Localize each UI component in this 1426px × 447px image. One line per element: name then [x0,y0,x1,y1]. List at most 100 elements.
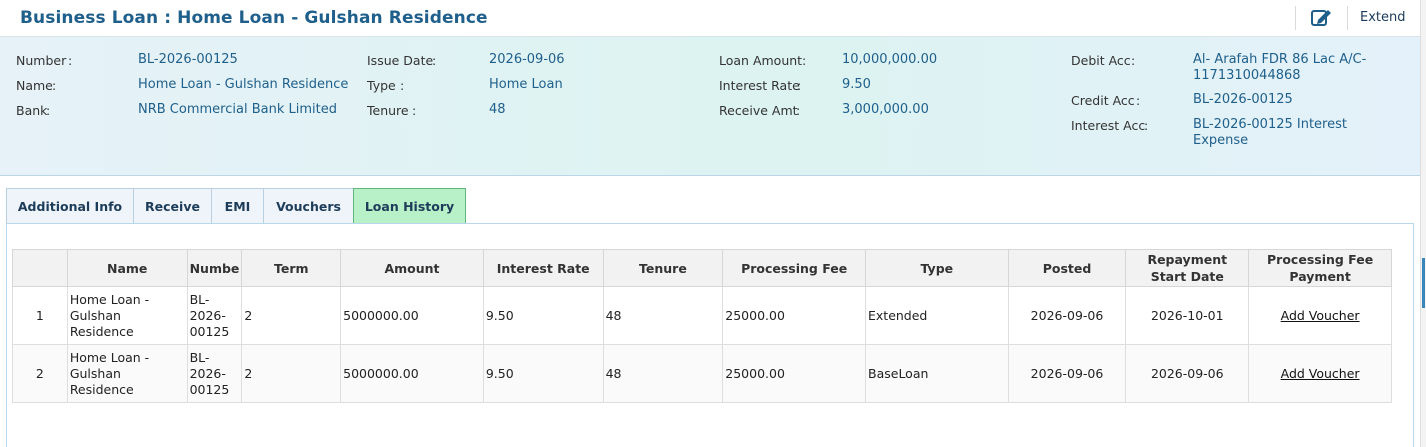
colon: : [412,103,417,118]
cell-posted: 2026-09-06 [1007,344,1127,403]
tab-emi[interactable]: EMI [211,188,264,223]
extend-button[interactable]: Extend [1360,10,1406,25]
cell-name: Home Loan - Gulshan Residence [66,286,188,345]
cell-action: Add Voucher [1248,344,1392,403]
issue-date-label: Issue Date [367,53,434,68]
toolbar-divider [1347,6,1348,30]
col-header-interest-rate[interactable]: Interest Rate [482,249,604,287]
cell-term: 2 [241,286,342,345]
number-label: Number [16,53,67,68]
tenure-label: Tenure [367,103,409,118]
cell-number: BL- 2026- 00125 [186,344,243,403]
cell-number-line: 00125 [189,323,230,339]
page-title: Business Loan : Home Loan - Gulshan Resi… [20,8,488,28]
cell-tenure: 48 [602,344,724,403]
cell-processing-fee: 25000.00 [722,286,866,345]
cell-amount: 5000000.00 [340,344,484,403]
debit-acc-label: Debit Acc [1071,53,1131,68]
row-index: 1 [12,286,68,345]
row-index: 2 [12,344,68,403]
edit-button[interactable] [1306,5,1336,31]
credit-acc-value: BL-2026-00125 [1193,92,1293,107]
tab-receive[interactable]: Receive [133,188,212,223]
number-value: BL-2026-00125 [138,52,238,67]
colon: : [52,78,57,93]
cell-name: Home Loan - Gulshan Residence [66,344,188,403]
tenure-value: 48 [489,102,506,117]
bank-value: NRB Commercial Bank Limited [138,102,337,117]
cell-number-line: BL- [189,291,210,307]
colon: : [432,53,437,68]
loan-summary-panel: Number : BL-2026-00125 Name : Home Loan … [0,37,1420,176]
cell-type: Extended [865,286,1009,345]
cell-posted: 2026-09-06 [1007,286,1127,345]
debit-acc-value: Al- Arafah FDR 86 Lac A/C- [1193,52,1367,67]
colon: : [1131,53,1136,68]
cell-number: BL- 2026- 00125 [186,286,243,345]
debit-acc-value-cont: 1171310044868 [1193,68,1301,83]
cell-term: 2 [241,344,342,403]
colon: : [1136,93,1141,108]
type-label: Type [367,78,396,93]
cell-action: Add Voucher [1248,286,1392,345]
colon: : [796,103,801,118]
scroll-indicator[interactable] [1422,258,1425,308]
cell-number-line: 2026- [189,307,226,323]
col-header-number[interactable]: Numbe [186,249,243,287]
col-header-index [12,249,68,287]
type-value: Home Loan [489,77,563,92]
receive-amt-value: 3,000,000.00 [842,102,929,117]
col-header-processing-fee[interactable]: Processing Fee [722,249,866,287]
table-row[interactable]: 2 Home Loan - Gulshan Residence BL- 2026- 0… [12,344,1392,403]
add-voucher-link[interactable]: Add Voucher [1281,308,1360,323]
table-header-row: Name Numbe Term Amount Interest Rate Ten… [12,249,1392,287]
col-header-amount[interactable]: Amount [340,249,484,287]
cell-interest-rate: 9.50 [482,286,604,345]
col-header-type[interactable]: Type [865,249,1009,287]
cell-interest-rate: 9.50 [482,344,604,403]
interest-acc-label: Interest Acc [1071,118,1146,133]
loan-amount-label: Loan Amount [719,53,803,68]
cell-repayment-start: 2026-09-06 [1125,344,1250,403]
cell-name-line: Home Loan - [69,349,150,365]
col-header-posted[interactable]: Posted [1007,249,1127,287]
name-label: Name [16,78,53,93]
col-header-name[interactable]: Name [66,249,188,287]
cell-tenure: 48 [602,286,724,345]
title-bar: Business Loan : Home Loan - Gulshan Resi… [0,0,1420,37]
cell-name-line: Gulshan Residence [69,365,134,397]
interest-acc-value: BL-2026-00125 Interest [1193,117,1347,132]
colon: : [400,78,405,93]
colon: : [797,78,802,93]
colon: : [802,53,807,68]
add-voucher-link[interactable]: Add Voucher [1281,366,1360,381]
cell-name-line: Gulshan Residence [69,307,134,339]
tab-additional-info[interactable]: Additional Info [6,188,134,223]
loan-history-table: Name Numbe Term Amount Interest Rate Ten… [12,249,1392,403]
cell-type: BaseLoan [865,344,1009,403]
col-header-repayment-start-date[interactable]: Repayment Start Date [1125,249,1250,287]
credit-acc-label: Credit Acc [1071,93,1135,108]
name-value: Home Loan - Gulshan Residence [138,77,349,92]
colon: : [46,103,51,118]
cell-repayment-start: 2026-10-01 [1125,286,1250,345]
window-edge [1420,0,1426,447]
cell-amount: 5000000.00 [340,286,484,345]
tab-vouchers[interactable]: Vouchers [263,188,354,223]
colon: : [1144,118,1149,133]
cell-name-line: Home Loan - [69,291,150,307]
interest-rate-label: Interest Rate [719,78,800,93]
col-header-tenure[interactable]: Tenure [602,249,724,287]
tab-loan-history[interactable]: Loan History [353,188,466,224]
receive-amt-label: Receive Amt [719,103,798,118]
interest-rate-value: 9.50 [842,77,871,92]
table-row[interactable]: 1 Home Loan - Gulshan Residence BL- 2026- 0… [12,286,1392,345]
toolbar-divider [1295,6,1296,30]
col-header-term[interactable]: Term [241,249,342,287]
bank-label: Bank [16,103,48,118]
issue-date-value: 2026-09-06 [489,52,565,67]
loan-history-grid: Name Numbe Term Amount Interest Rate Ten… [12,249,1392,447]
col-header-processing-fee-payment[interactable]: Processing Fee Payment [1248,249,1392,287]
cell-number-line: 2026- [189,365,226,381]
loan-amount-value: 10,000,000.00 [842,52,938,67]
